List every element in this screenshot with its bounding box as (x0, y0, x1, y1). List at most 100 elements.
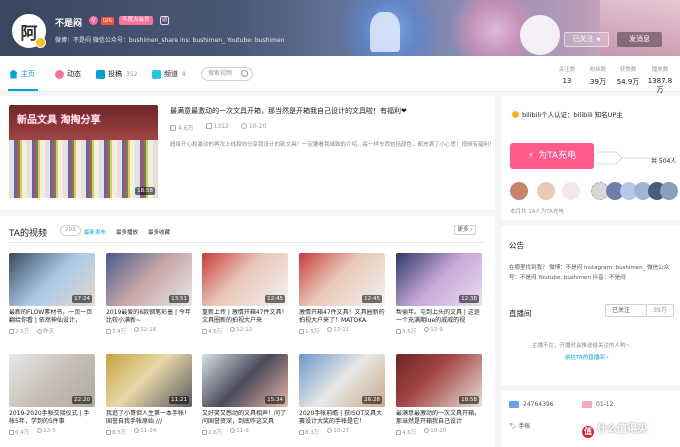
featured-thumbnail[interactable]: 新品文具 淘掏分享 18:58 (9, 105, 158, 198)
video-card[interactable]: 26:28 2020手帐前瞻 | 获ISOT文具大赛设计大奖的手帐是它！ 8.3万 1… (299, 354, 385, 436)
stat-following[interactable]: 关注数 13 (552, 65, 582, 85)
video-card[interactable]: 12:38 帮偷年。屯到上头的文具 | 这是一个充满期lue的戚戚的视 3.5万 12… (396, 253, 482, 335)
search-input[interactable]: 搜索视频 (201, 67, 253, 81)
tab-label: 投稿 (108, 70, 122, 78)
video-card[interactable]: 15:34 又好笑又感动的文具相声！问了问国誉资深，到底咋这文具 2.6万 11-9 (202, 354, 288, 436)
sort-most-fav[interactable]: 最多收藏 (148, 228, 170, 236)
video-thumbnail[interactable]: 17:24 (9, 253, 95, 306)
video-card[interactable]: 11:21 我追了小哥但人生第一本手帐！国誉自我手帐原始 /// 8.3万 11-24 (106, 354, 192, 436)
video-card[interactable]: 18:58 最满意最激动的一次文具开箱，那当然是开箱我自己设计 4.6万 10-20 (396, 354, 482, 436)
sort-latest[interactable]: 最新发布 (84, 228, 106, 236)
video-thumbnail[interactable]: 18:58 (396, 354, 482, 407)
video-title[interactable]: 帮偷年。屯到上头的文具 | 这是一个充满期lue的戚戚的视 (396, 309, 482, 325)
stat-label: 粉丝数 (589, 67, 607, 73)
play-icon (106, 329, 111, 334)
plays-count: 4.6万 (402, 430, 417, 436)
live-follow-button[interactable]: 已关注 (605, 304, 647, 317)
search-icon[interactable] (241, 70, 248, 77)
tab-channels[interactable]: 频道 8 (152, 69, 186, 79)
featured-title[interactable]: 最满意最激动的一次文具开箱，那当然是开箱我自己设计的文具啦！有福利❤ (170, 106, 407, 116)
video-title[interactable]: 2019最爱的8款钢笔彩墨 | 今年比较小满新~ (106, 309, 192, 325)
tab-count: 352 (126, 70, 138, 78)
follow-button-label: 已关注 (572, 35, 594, 43)
verified-icon: ⚡ (35, 37, 46, 48)
video-plays: 3.4万 (106, 327, 126, 335)
video-date: 12-9 (424, 327, 443, 335)
video-thumbnail[interactable]: 15:34 (202, 354, 288, 407)
birthday-value: 01-12 (596, 401, 614, 408)
video-card[interactable]: 17:24 最新的FLOW素材书，一页一页翻给你看 | 依然神仙设计， 2.5万 昨天 (9, 253, 95, 335)
medal-icon[interactable]: 勋 (160, 16, 169, 25)
date-text: 11-9 (236, 428, 249, 434)
uid-row: 24764396 (509, 401, 554, 408)
video-thumbnail[interactable]: 22:20 (9, 354, 95, 407)
clock-icon (424, 327, 430, 332)
video-thumbnail[interactable]: 11:21 (106, 354, 192, 407)
video-meta: 2.5万 昨天 (9, 327, 95, 335)
video-title[interactable]: 重新上传 | 激情开箱47件文具！文具圈新的拍视大户来 (202, 309, 288, 325)
lightning-icon: ⚡ (527, 151, 535, 161)
tab-home[interactable]: 主页 (9, 69, 35, 79)
video-card[interactable]: 13:51 2019最爱的8款钢笔彩墨 | 今年比较小满新~ 3.4万 12-16 (106, 253, 192, 335)
chevron-down-icon: ▼ (596, 37, 601, 43)
fan-avatar[interactable] (510, 182, 528, 200)
stat-label: 播放数 (651, 67, 669, 73)
video-title[interactable]: 2019-2020手帐交接仪式 | 手帐5年，学到的5件事 (9, 410, 95, 426)
stat-fans[interactable]: 粉丝数 39万 (583, 65, 613, 87)
tag-item[interactable]: 手帐 (519, 423, 531, 430)
plays-count: 1.5万 (305, 329, 320, 335)
video-card[interactable]: 12:45 激情开箱47件文具！文具圈新的拍视大户来了！MATOKA 1.5万 12-… (299, 253, 385, 335)
charge-button[interactable]: ⚡ 为TA充电 (510, 143, 594, 169)
video-date: 10-20 (424, 428, 446, 436)
live-room-link[interactable]: 前往TA的直播间 › (565, 353, 609, 361)
featured-desc: 超级开心和激动的再次上线和你分享我设计的新文具！一定要看我细致的介绍。每一样东西… (170, 142, 495, 148)
more-label: 更多 (457, 227, 469, 233)
more-button[interactable]: 更多 › (454, 225, 476, 235)
tab-dynamic[interactable]: 动态 (55, 69, 81, 79)
video-title[interactable]: 2020手帐前瞻 | 获ISOT文具大赛设计大奖的手帐是它！ (299, 410, 385, 426)
fan-avatar[interactable] (537, 182, 555, 200)
tab-submissions[interactable]: 投稿 352 (96, 69, 137, 79)
uid-icon (509, 401, 519, 408)
fan-avatar[interactable] (562, 182, 580, 200)
play-icon (396, 329, 401, 334)
message-button[interactable]: 发消息 (617, 32, 662, 47)
video-card[interactable]: 22:20 2019-2020手帐交接仪式 | 手帐5年，学到的5件事 6.4万 12… (9, 354, 95, 436)
video-title[interactable]: 我追了小哥但人生第一本手帐！国誉自我手帐原始 /// (106, 410, 192, 426)
video-thumbnail[interactable]: 13:51 (106, 253, 192, 306)
fans-note: 本月共 14人为TA充电 (510, 209, 564, 215)
video-title[interactable]: 最满意最激动的一次文具开箱，那当然是开箱我自己设计 (396, 410, 482, 426)
video-title[interactable]: 激情开箱47件文具！文具圈新的拍视大户来了！MATOKA (299, 309, 385, 325)
clock-icon (327, 327, 333, 332)
fan-avatar[interactable] (660, 182, 678, 200)
video-thumbnail[interactable]: 26:28 (299, 354, 385, 407)
video-thumbnail[interactable]: 12:38 (396, 253, 482, 306)
video-title[interactable]: 又好笑又感动的文具相声！问了问国誉资深，到底咋这文具 (202, 410, 288, 426)
date-text: 12-12 (236, 327, 253, 333)
clock-icon (230, 327, 236, 332)
video-date: 10-27 (327, 428, 349, 436)
vip-badge[interactable]: 年度大会员 (119, 16, 153, 25)
avatar[interactable]: 阿 ⚡ (12, 14, 46, 48)
banner-art (370, 12, 400, 52)
video-card[interactable]: 12:45 重新上传 | 激情开箱47件文具！文具圈新的拍视大户来 4.6万 12-1… (202, 253, 288, 335)
video-plays: 8.3万 (299, 428, 319, 436)
follow-button[interactable]: 已关注 ▼ (564, 32, 609, 47)
video-icon (96, 69, 105, 79)
verify-info: bilibili个人认证：bilibili 知名UP主 (512, 109, 623, 119)
verify-text: bilibili个人认证：bilibili 知名UP主 (522, 111, 623, 119)
info-card (501, 391, 680, 447)
video-duration: 15:34 (265, 396, 285, 404)
sort-most-played[interactable]: 最多播放 (116, 228, 138, 236)
stat-label: 获赞数 (619, 67, 637, 73)
video-duration: 12:38 (459, 295, 479, 303)
video-thumbnail[interactable]: 12:45 (202, 253, 288, 306)
video-thumbnail[interactable]: 12:45 (299, 253, 385, 306)
gender-icon: ♀ (89, 16, 98, 25)
video-title[interactable]: 最新的FLOW素材书，一页一页翻给你看 | 依然神仙设计， (9, 309, 95, 325)
clock-icon (327, 428, 333, 433)
date-text: 10-20 (430, 428, 447, 434)
dynamic-icon (55, 69, 64, 79)
video-meta: 8.3万 10-27 (299, 428, 385, 436)
profile-banner (0, 0, 680, 56)
